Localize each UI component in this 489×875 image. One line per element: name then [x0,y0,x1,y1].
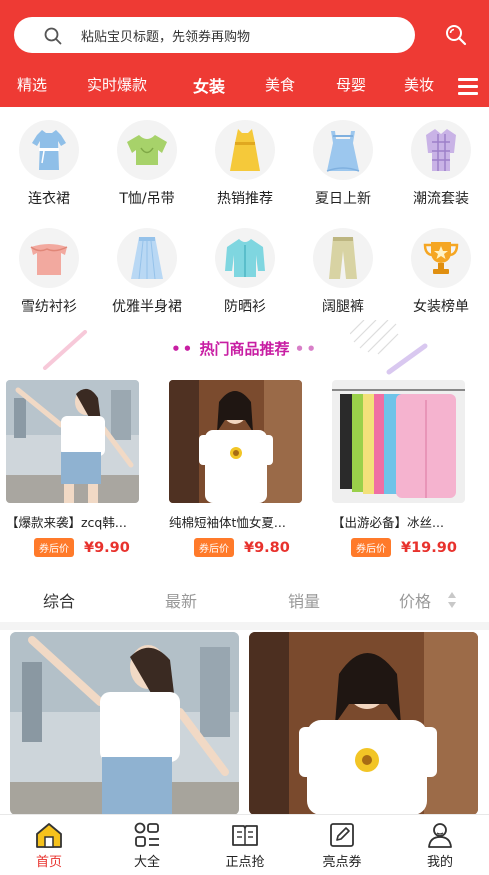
section-divider [0,622,489,630]
category-tabs: 精选 实时爆款 女装 美食 母婴 美妆 [0,68,489,104]
product-card[interactable] [10,632,239,815]
search-icon [44,27,62,45]
category-item-hot-sale[interactable]: 热销推荐 [196,120,294,208]
nav-coupon[interactable]: 亮点券 [302,821,382,870]
category-grid-icon [134,822,159,847]
nav-flash[interactable]: 正点抢 [205,821,285,870]
user-icon [428,823,452,848]
chiffon-shirt-icon [19,228,79,288]
hot-product-card[interactable]: 【爆款来袭】zcq韩... 券后价 ¥9.90 [6,380,141,557]
hot-sale-icon [215,120,275,180]
nav-mine[interactable]: 我的 [400,821,480,870]
menu-icon[interactable] [458,78,478,95]
coupon-badge: 券后价 [351,538,391,557]
category-label: 潮流套装 [413,191,469,207]
plaid-set-icon [411,120,471,180]
edit-icon [330,823,354,847]
product-title: 纯棉短袖体t恤女夏... [169,515,286,530]
category-label: T恤/吊带 [119,191,175,207]
product-image [169,380,302,503]
home-icon [36,823,62,848]
search-bar[interactable]: 粘贴宝贝标题，先领券再购物 [14,17,415,53]
sort-sales[interactable]: 销量 [288,588,320,612]
tab-nvzhuang[interactable]: 女装 [193,73,225,97]
search-icon-header[interactable] [444,23,468,47]
nav-all[interactable]: 大全 [107,821,187,870]
category-label: 阔腿裤 [322,299,364,315]
hot-product-card[interactable]: 【出游必备】冰丝... 券后价 ¥19.90 [332,380,467,557]
category-label: 连衣裙 [28,191,70,207]
category-item-chiffon[interactable]: 雪纺衬衫 [0,228,98,316]
category-item-dress[interactable]: 连衣裙 [0,120,98,208]
tab-shishi-baokuan[interactable]: 实时爆款 [87,74,147,95]
tshirt-icon [117,120,177,180]
bottom-nav: 首页 大全 正点抢 亮点券 我的 [0,814,489,875]
category-label: 雪纺衬衫 [21,299,77,315]
tab-meizhuang[interactable]: 美妆 [404,74,434,95]
category-label: 优雅半身裙 [112,299,182,315]
category-item-tshirt[interactable]: T恤/吊带 [98,120,196,208]
coupon-badge: 券后价 [34,538,74,557]
category-label: 女装榜单 [413,299,469,315]
search-input[interactable]: 粘贴宝贝标题，先领券再购物 [81,26,250,45]
category-item-ranking[interactable]: 女装榜单 [392,228,489,316]
product-image [332,380,465,503]
product-title: 【爆款来袭】zcq韩... [6,515,127,530]
category-item-skirt[interactable]: 优雅半身裙 [98,228,196,316]
category-item-sun-jacket[interactable]: 防晒衫 [196,228,294,316]
category-label: 防晒衫 [224,299,266,315]
summer-dress-icon [313,120,373,180]
trophy-icon [411,228,471,288]
category-item-fashion-set[interactable]: 潮流套装 [392,120,489,208]
wide-pants-icon [313,228,373,288]
product-image [6,380,139,503]
sort-comprehensive[interactable]: 综合 [43,588,75,612]
sort-bar: 综合 最新 销量 价格 [0,578,489,622]
product-card[interactable] [249,632,478,815]
sort-newest[interactable]: 最新 [165,588,197,612]
hot-section-title: •• 热门商品推荐 •• [171,340,318,358]
product-price: ¥9.80 [244,539,290,556]
book-icon [232,825,258,846]
product-title: 【出游必备】冰丝... [332,515,444,530]
hot-product-card[interactable]: 纯棉短袖体t恤女夏... 券后价 ¥9.80 [169,380,304,557]
product-price: ¥9.90 [84,539,130,556]
top-header: 粘贴宝贝标题，先领券再购物 精选 实时爆款 女装 美食 母婴 美妆 [0,0,489,107]
sort-price[interactable]: 价格 [399,588,431,612]
category-item-wide-pants[interactable]: 阔腿裤 [294,228,392,316]
coupon-badge: 券后价 [194,538,234,557]
product-price: ¥19.90 [401,539,457,556]
product-image [249,632,478,815]
nav-home[interactable]: 首页 [9,821,89,870]
category-item-summer[interactable]: 夏日上新 [294,120,392,208]
skirt-icon [117,228,177,288]
sort-arrows-icon[interactable] [447,591,457,609]
category-label: 热销推荐 [217,191,273,207]
product-image [10,632,239,815]
sun-jacket-icon [215,228,275,288]
tab-muying[interactable]: 母婴 [336,74,366,95]
tab-meishi[interactable]: 美食 [265,74,295,95]
dress-icon [19,120,79,180]
category-label: 夏日上新 [315,191,371,207]
tab-jingxuan[interactable]: 精选 [17,74,47,95]
